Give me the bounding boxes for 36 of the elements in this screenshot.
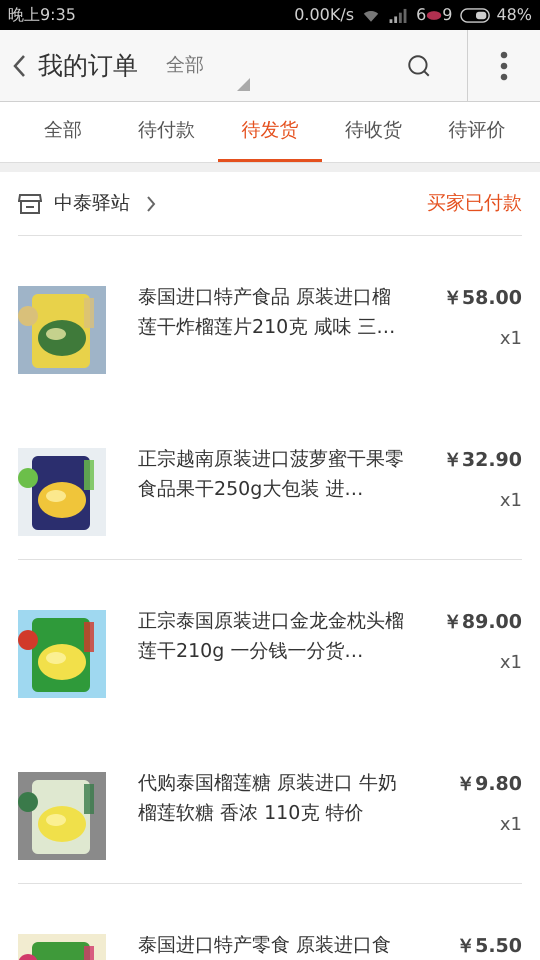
signal-icon	[388, 8, 408, 22]
product-title[interactable]: 正宗越南原装进口菠萝蜜干果零食品果干250g大包装 进…	[138, 444, 406, 504]
product-title[interactable]: 泰国进口特产零食 原装进口食	[138, 930, 406, 960]
product-price: ￥58.00	[442, 286, 522, 311]
search-button[interactable]	[406, 52, 432, 78]
order-tab[interactable]: 待收货	[322, 102, 426, 162]
product-quantity: x1	[500, 488, 522, 512]
order-tab[interactable]: 全部	[11, 102, 115, 162]
network-speed: 0.00K/s	[294, 4, 354, 26]
product-title[interactable]: 正宗泰国原装进口金龙金枕头榴莲干210g 一分钱一分货…	[138, 606, 406, 666]
chevron-right-icon	[146, 194, 156, 212]
product-title[interactable]: 泰国进口特产食品 原装进口榴莲干炸榴莲片210克 咸味 三…	[138, 282, 406, 342]
order-tab[interactable]: 待付款	[114, 102, 218, 162]
product-title[interactable]: 代购泰国榴莲糖 原装进口 牛奶榴莲软糖 香浓 110克 特价	[138, 768, 406, 828]
notification-count: 6	[416, 4, 426, 26]
filter-dropdown[interactable]: 全部	[166, 40, 250, 90]
dropdown-corner-icon	[237, 78, 250, 90]
status-time: 晚上9:35	[8, 4, 76, 26]
lips-icon	[426, 10, 442, 20]
product-price: ￥9.80	[456, 772, 522, 797]
notification-count: 9	[442, 4, 452, 26]
product-price: ￥89.00	[442, 610, 522, 635]
order-tab[interactable]: 待评价	[425, 102, 529, 162]
product-price: ￥5.50	[456, 934, 522, 959]
store-link[interactable]: 中泰驿站	[54, 189, 156, 218]
product-quantity: x1	[500, 326, 522, 350]
product-quantity: x1	[500, 812, 522, 836]
back-icon	[12, 54, 26, 78]
page-title: 我的订单	[38, 50, 138, 82]
battery-icon	[460, 8, 492, 22]
product-quantity: x1	[500, 650, 522, 674]
store-icon	[18, 192, 42, 214]
more-icon	[500, 50, 508, 80]
battery-level: 48%	[496, 4, 532, 26]
order-status: 买家已付款	[427, 191, 522, 216]
product-price: ￥32.90	[442, 448, 522, 473]
